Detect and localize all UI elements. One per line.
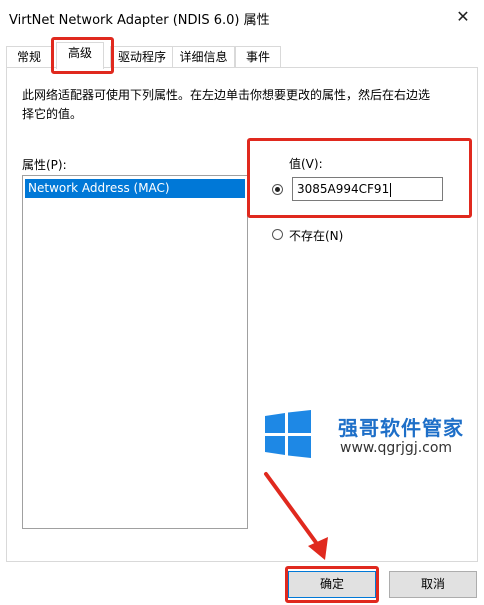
watermark: 强哥软件管家 www.qgrjgj.com <box>265 410 475 460</box>
ok-button-highlight-box <box>285 566 379 603</box>
tab-general[interactable]: 常规 <box>6 46 52 68</box>
close-button[interactable]: ✕ <box>448 2 478 32</box>
not-present-label: 不存在(N) <box>289 229 344 243</box>
tab-details[interactable]: 详细信息 <box>172 46 235 68</box>
windows-logo-icon <box>265 410 311 458</box>
description-text: 此网络适配器可使用下列属性。在左边单击你想要更改的属性，然后在右边选择它的值。 <box>22 88 431 121</box>
tab-driver[interactable]: 驱动程序 <box>110 46 174 68</box>
window-title: VirtNet Network Adapter (NDIS 6.0) 属性 <box>9 13 270 28</box>
watermark-title: 强哥软件管家 <box>338 416 464 440</box>
value-highlight-box <box>247 138 472 218</box>
advanced-tab-highlight-box <box>51 37 114 74</box>
tab-events[interactable]: 事件 <box>235 46 281 68</box>
title-bar: VirtNet Network Adapter (NDIS 6.0) 属性 ✕ <box>0 0 484 34</box>
not-present-radio[interactable] <box>272 229 283 240</box>
property-label: 属性(P): <box>22 158 67 172</box>
watermark-url: www.qgrjgj.com <box>340 440 453 456</box>
red-arrow-annotation-icon <box>264 472 328 560</box>
property-list-item-selected[interactable]: Network Address (MAC) <box>25 179 245 198</box>
cancel-button[interactable]: 取消 <box>389 571 477 598</box>
property-listbox[interactable]: Network Address (MAC) <box>22 175 248 529</box>
